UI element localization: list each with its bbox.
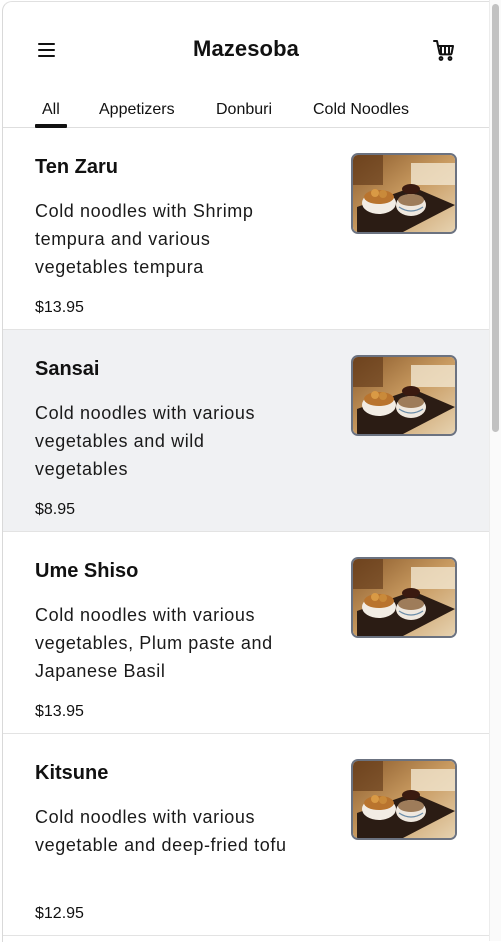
menu-item-kitsune[interactable]: Kitsune Cold noodles with various vegeta… (3, 734, 489, 936)
tab-all[interactable]: All (35, 101, 67, 128)
item-photo (351, 759, 457, 840)
item-description: Cold noodles with Shrimp tempura and var… (35, 201, 254, 277)
item-name: Ten Zaru (35, 156, 118, 178)
scrollbar[interactable] (489, 0, 501, 941)
header: Mazesoba (3, 2, 489, 98)
item-price: $12.95 (35, 905, 84, 922)
item-photo (351, 355, 457, 436)
menu-item-ume-shiso[interactable]: Ume Shiso Cold noodles with various vege… (3, 532, 489, 734)
item-description: Cold noodles with various vegetables, Pl… (35, 605, 273, 681)
item-photo (351, 557, 457, 638)
item-description: Cold noodles with various vegetable and … (35, 807, 287, 855)
menu-item-sansai[interactable]: Sansai Cold noodles with various vegetab… (3, 330, 489, 532)
menu-item-ten-zaru[interactable]: Ten Zaru Cold noodles with Shrimp tempur… (3, 128, 489, 330)
tab-cold-noodles[interactable]: Cold Noodles (313, 101, 409, 119)
item-name: Kitsune (35, 762, 109, 784)
tab-appetizers[interactable]: Appetizers (99, 101, 175, 119)
item-price: $13.95 (35, 703, 84, 720)
category-tabs: All Appetizers Donburi Cold Noodles (3, 98, 489, 128)
item-price: $8.95 (35, 501, 76, 518)
menu-list: Ten Zaru Cold noodles with Shrimp tempur… (3, 128, 489, 936)
item-photo (351, 153, 457, 234)
item-description: Cold noodles with various vegetables and… (35, 403, 256, 479)
item-price: $13.95 (35, 299, 84, 316)
item-name: Sansai (35, 358, 100, 380)
shopping-cart-icon[interactable] (432, 38, 456, 62)
page-title: Mazesoba (193, 36, 299, 61)
scrollbar-thumb[interactable] (492, 4, 499, 432)
tab-donburi[interactable]: Donburi (216, 101, 272, 119)
app-frame: Mazesoba All Appetizers Donburi Cold Noo… (2, 1, 489, 942)
item-name: Ume Shiso (35, 560, 139, 582)
